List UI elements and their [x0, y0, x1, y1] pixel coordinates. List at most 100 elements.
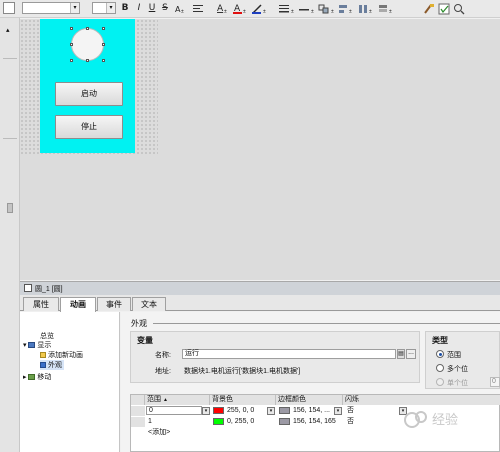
background-dropdown-icon[interactable]: ▾ [267, 407, 275, 415]
address-value: 数据块1.电机运行['数据块1.电机数据'] [184, 368, 301, 375]
animation-tree: 总览 ▾ 显示 添加新动画 外观 ▸ 移动 [20, 312, 120, 452]
gutter-divider [3, 138, 17, 139]
single-bit-value-field[interactable]: 0 [490, 377, 500, 387]
circle-indicator[interactable] [71, 28, 104, 61]
selection-handle[interactable] [102, 43, 105, 46]
tree-item-appearance[interactable]: 外观 [40, 360, 64, 370]
svg-text:A: A [217, 4, 224, 14]
inspector-title-bar: 圆_1 [圆] [20, 281, 500, 295]
tree-item-add-animation[interactable]: 添加新动画 [40, 350, 83, 360]
tab-animation[interactable]: 动画 [60, 297, 96, 312]
display-icon [28, 342, 36, 349]
tree-item-display-label: 显示 [37, 342, 52, 349]
line-width-icon: ± [299, 9, 314, 15]
background-cell[interactable]: 0, 255, 0 [225, 417, 254, 427]
type-multi-bit-radio[interactable] [436, 364, 444, 372]
add-row-cell[interactable]: <添加> [146, 428, 170, 438]
appearance-section-title: 外观 [131, 319, 147, 328]
tab-properties[interactable]: 属性 [23, 297, 59, 311]
tab-texts[interactable]: 文本 [132, 297, 166, 311]
column-header-border-color[interactable]: 边框颜色 [276, 395, 343, 405]
type-single-bit-radio[interactable] [436, 378, 444, 386]
line-style-icon: ± [279, 5, 294, 15]
svg-text:±: ± [349, 9, 352, 15]
svg-text:±: ± [331, 9, 334, 15]
range-dropdown-icon[interactable]: ▾ [202, 407, 210, 415]
blink-cell[interactable]: 否 [345, 417, 354, 427]
address-label: 地址: [155, 368, 171, 375]
selection-handle[interactable] [86, 59, 89, 62]
italic-button[interactable]: I [134, 2, 144, 14]
border-cell[interactable]: 156, 154, ... [291, 406, 330, 416]
type-range-radio[interactable] [436, 350, 444, 358]
expand-triangle-icon[interactable]: ▾ [23, 342, 27, 349]
svg-text:±: ± [389, 9, 392, 15]
chevron-up-icon[interactable]: ▴ [6, 26, 10, 34]
border-cell[interactable]: 156, 154, 165 [291, 417, 336, 427]
add-icon [40, 352, 46, 359]
border-color-swatch[interactable] [279, 418, 290, 425]
browse-button[interactable]: ... [406, 349, 416, 359]
selection-handle[interactable] [70, 27, 73, 30]
tree-item-display[interactable]: ▾ 显示 [23, 340, 51, 350]
range-cell[interactable]: 0 [146, 406, 202, 415]
sort-ascending-icon: ▲ [162, 397, 168, 403]
variable-title: 变量 [137, 336, 153, 345]
toolbar-menu-icon[interactable] [3, 2, 15, 14]
range-cell[interactable]: 1 [146, 417, 152, 427]
type-multi-bit-label: 多个位 [447, 366, 468, 373]
align-icon: ± [339, 5, 352, 15]
text-align-icon [193, 5, 203, 12]
selection-handle[interactable] [70, 59, 73, 62]
zoom-icon [454, 4, 465, 15]
bold-button[interactable]: B [120, 2, 130, 14]
gutter-divider [3, 58, 17, 59]
tab-events[interactable]: 事件 [97, 297, 131, 311]
column-header-range-label: 范围 [147, 396, 161, 403]
layer-icon: ± [379, 5, 392, 15]
type-title: 类型 [432, 336, 448, 345]
tree-item-move[interactable]: ▸ 移动 [23, 372, 51, 382]
strikethrough-button[interactable]: S [160, 2, 170, 14]
tree-item-move-label: 移动 [37, 374, 52, 381]
column-header-blink[interactable]: 闪烁 [343, 395, 500, 405]
variable-name-field[interactable]: 运行 [182, 349, 396, 359]
font-family-combo[interactable]: ▾ [22, 2, 80, 14]
move-icon [28, 374, 36, 381]
toolbar-icons[interactable]: A ± A ± A ± ± ± ± ± ± ± ± [173, 2, 500, 16]
svg-text:±: ± [224, 9, 227, 15]
column-header-background[interactable]: 背景色 [210, 395, 276, 405]
background-cell[interactable]: 255, 0, 0 [225, 406, 254, 416]
row-header-corner [131, 395, 145, 405]
inspector-title: 圆_1 [圆] [35, 286, 63, 293]
type-single-bit-label: 单个位 [447, 380, 468, 387]
blink-cell[interactable]: 否 [345, 406, 354, 416]
border-dropdown-icon[interactable]: ▾ [334, 407, 342, 415]
border-color-swatch[interactable] [279, 407, 290, 414]
start-button[interactable]: 启动 [55, 82, 123, 106]
watermark-logo: 经验 [404, 411, 458, 428]
background-color-swatch[interactable] [213, 418, 224, 425]
selection-handle[interactable] [102, 59, 105, 62]
watermark: 经验 [402, 406, 482, 436]
svg-text:±: ± [311, 9, 314, 15]
selection-handle[interactable] [102, 27, 105, 30]
background-color-swatch[interactable] [213, 407, 224, 414]
group-icon: ± [318, 4, 334, 15]
fill-color-icon: A ± [233, 4, 246, 15]
svg-text:±: ± [181, 9, 184, 15]
column-header-range[interactable]: 范围 ▲ [145, 395, 210, 405]
collapse-triangle-icon[interactable]: ▸ [23, 374, 27, 381]
splitter-handle[interactable] [7, 203, 13, 213]
check-icon [438, 3, 450, 15]
selection-handle[interactable] [86, 27, 89, 30]
left-gutter: ▴ [0, 18, 20, 452]
underline-button[interactable]: U [147, 2, 157, 14]
circle-object-icon [24, 284, 32, 292]
svg-text:±: ± [369, 9, 372, 15]
stop-button[interactable]: 停止 [55, 115, 123, 139]
tag-picker-icon[interactable]: ▤ [397, 349, 405, 359]
selection-handle[interactable] [70, 43, 73, 46]
text-size-icon: A ± [175, 5, 184, 15]
font-size-combo[interactable]: ▾ [92, 2, 116, 14]
